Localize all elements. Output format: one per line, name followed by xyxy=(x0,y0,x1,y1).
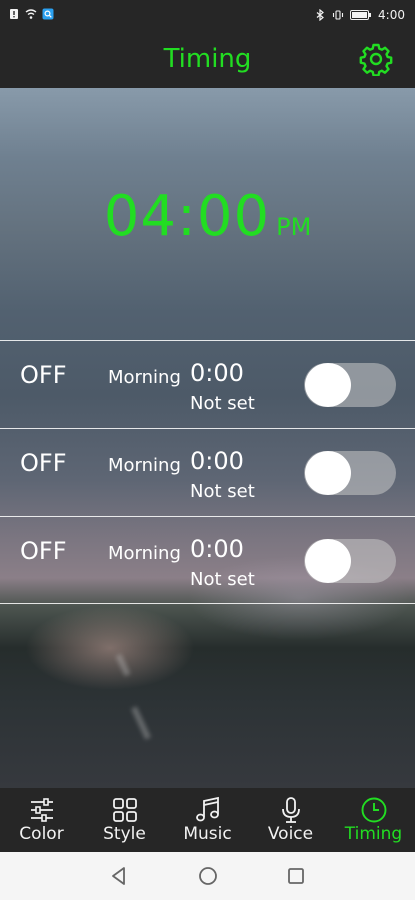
header: Timing xyxy=(0,32,415,88)
notification-icon xyxy=(42,8,54,20)
timer-status: Not set xyxy=(190,481,255,502)
status-time: 4:00 xyxy=(378,8,405,22)
nav-label: Voice xyxy=(267,824,314,844)
nav-label: Timing xyxy=(344,824,403,844)
bottom-navigation: Color Style Music Voice Timing xyxy=(0,788,415,852)
timer-time: 0:00 xyxy=(190,447,244,475)
system-navigation-bar xyxy=(0,852,415,900)
bluetooth-icon xyxy=(316,9,324,21)
battery-icon xyxy=(350,10,372,20)
status-bar: 4:00 xyxy=(0,0,415,32)
nav-label: Music xyxy=(183,824,232,844)
road-marking xyxy=(115,653,131,677)
clock-ampm: PM xyxy=(276,213,312,241)
nav-item-color[interactable]: Color xyxy=(0,788,83,852)
timer-period: Morning xyxy=(108,543,181,564)
timer-row[interactable]: OFF Morning 0:00 Not set xyxy=(0,428,415,515)
nav-item-music[interactable]: Music xyxy=(166,788,249,852)
music-note-icon xyxy=(195,796,219,822)
nav-item-voice[interactable]: Voice xyxy=(249,788,332,852)
timer-state: OFF xyxy=(20,361,67,389)
recents-icon[interactable] xyxy=(284,864,308,888)
page-title: Timing xyxy=(163,44,252,74)
timer-period: Morning xyxy=(108,455,181,476)
timer-row[interactable]: OFF Morning 0:00 Not set xyxy=(0,340,415,427)
toggle-knob xyxy=(305,539,351,583)
current-time-display: 04:00 PM xyxy=(0,184,415,249)
timer-period: Morning xyxy=(108,367,181,388)
nav-item-timing[interactable]: Timing xyxy=(332,788,415,852)
nav-label: Style xyxy=(103,824,146,844)
clock-icon xyxy=(361,797,386,823)
road-marking xyxy=(131,706,151,740)
microphone-icon xyxy=(281,797,300,823)
vibrate-icon xyxy=(332,10,344,20)
home-icon[interactable] xyxy=(196,864,220,888)
timer-row[interactable]: OFF Morning 0:00 Not set xyxy=(0,516,415,604)
timer-status: Not set xyxy=(190,393,255,414)
timer-state: OFF xyxy=(20,537,67,565)
sliders-icon xyxy=(30,798,53,822)
status-right: 4:00 xyxy=(314,8,405,22)
nav-item-style[interactable]: Style xyxy=(83,788,166,852)
status-left xyxy=(8,8,54,20)
timer-state: OFF xyxy=(20,449,67,477)
toggle-knob xyxy=(305,451,351,495)
sim-alert-icon xyxy=(10,9,18,19)
timer-time: 0:00 xyxy=(190,359,244,387)
timing-screen: 4:00 Timing 04:00 PM OFF Morning 0:00 Not… xyxy=(0,0,415,900)
timer-status: Not set xyxy=(190,569,255,590)
timer-toggle[interactable] xyxy=(304,451,396,495)
nav-label: Color xyxy=(19,824,64,844)
back-icon[interactable] xyxy=(107,864,131,888)
clock-time: 04:00 xyxy=(103,184,271,249)
grid-icon xyxy=(112,798,137,822)
timer-time: 0:00 xyxy=(190,535,244,563)
wifi-icon xyxy=(25,9,37,19)
toggle-knob xyxy=(305,363,351,407)
timer-toggle[interactable] xyxy=(304,363,396,407)
gear-icon[interactable] xyxy=(359,42,393,76)
timer-toggle[interactable] xyxy=(304,539,396,583)
